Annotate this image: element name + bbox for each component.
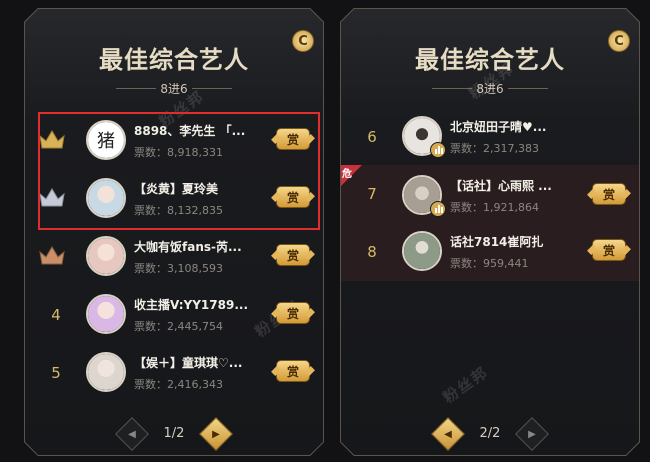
divider [508, 88, 548, 89]
danger-label: 危 [342, 169, 352, 180]
vote-count: 票数：2,445,754 [134, 320, 223, 333]
list-item[interactable]: 6 北京妞田子晴♥... 票数：2,317,383 [340, 110, 640, 166]
watermark: 粉丝邦 [439, 362, 492, 407]
vote-count: 票数：1,921,864 [450, 201, 539, 214]
reward-button[interactable]: 赏 [276, 128, 310, 150]
rank-number: 5 [51, 364, 61, 382]
artist-name: 收主播V:YY1789... [134, 298, 249, 312]
pagination: ◀ 1/2 ▶ [24, 420, 324, 448]
list-item[interactable]: 大咖有饭fans-芮... 票数：3,108,593 赏 [24, 230, 324, 286]
list-item[interactable]: 【炎黄】夏玲美 票数：8,132,835 赏 [24, 172, 324, 228]
avatar [86, 236, 126, 276]
reward-button[interactable]: 赏 [592, 183, 626, 205]
pagination: ◀ 2/2 ▶ [340, 420, 640, 448]
avatar: 猪 [86, 120, 126, 160]
rank-number: 4 [51, 306, 61, 324]
avatar [86, 178, 126, 218]
artist-name: 8898、李先生 「... [134, 124, 246, 138]
next-page-button[interactable]: ▶ [199, 417, 233, 451]
c-badge-icon[interactable]: C [292, 30, 314, 52]
list-item[interactable]: 5 【娱＋】童琪琪♡... 票数：2,416,343 赏 [24, 346, 324, 402]
reward-button[interactable]: 赏 [276, 302, 310, 324]
next-page-button[interactable]: ▶ [515, 417, 549, 451]
live-bars-icon [430, 201, 446, 217]
rank-number: 8 [367, 243, 377, 261]
reward-button[interactable]: 赏 [592, 239, 626, 261]
bronze-crown-icon [38, 244, 66, 266]
artist-name: 【炎黄】夏玲美 [134, 182, 219, 196]
panel-subtitle: 8进6 [160, 82, 188, 96]
rank-number: 6 [367, 128, 377, 146]
artist-name: 话社7814崔阿扎 [450, 235, 544, 249]
list-item[interactable]: 4 收主播V:YY1789... 票数：2,445,754 赏 [24, 288, 324, 344]
list-item[interactable]: 8 话社7814崔阿扎 票数：959,441 赏 [340, 225, 640, 281]
vote-count: 票数：2,416,343 [134, 378, 223, 391]
chevron-right-icon: ▶ [528, 428, 536, 440]
vote-count: 票数：8,918,331 [134, 146, 223, 159]
ranking-panel-right: 最佳综合艺人 8进6 C 粉丝邦 粉丝邦 6 北京妞田子晴♥... 票数：2,3… [340, 8, 640, 456]
reward-button[interactable]: 赏 [276, 186, 310, 208]
rank-number: 7 [367, 185, 377, 203]
artist-name: 大咖有饭fans-芮... [134, 240, 242, 254]
ranking-panel-left: 最佳综合艺人 8进6 C 粉丝邦 粉丝邦 猪 8898、李先生 「... 票数：… [24, 8, 324, 456]
list-item[interactable]: 危 7 【话社】心雨熙 ... 票数：1,921,864 赏 [340, 165, 640, 225]
artist-name: 北京妞田子晴♥... [450, 120, 547, 134]
vote-count: 票数：2,317,383 [450, 142, 539, 155]
avatar [86, 294, 126, 334]
gold-crown-icon [38, 128, 66, 150]
chevron-right-icon: ▶ [212, 428, 220, 440]
vote-count: 票数：8,132,835 [134, 204, 223, 217]
vote-count: 票数：959,441 [450, 257, 529, 270]
live-bars-icon [430, 142, 446, 158]
artist-name: 【话社】心雨熙 ... [450, 179, 552, 193]
reward-button[interactable]: 赏 [276, 360, 310, 382]
page-indicator: 1/2 [163, 426, 185, 441]
avatar [86, 352, 126, 392]
page-indicator: 2/2 [479, 426, 501, 441]
avatar [402, 231, 442, 271]
silver-crown-icon [38, 186, 66, 208]
artist-name: 【娱＋】童琪琪♡... [134, 356, 243, 370]
panel-title: 最佳综合艺人 [99, 46, 249, 74]
list-item[interactable]: 猪 8898、李先生 「... 票数：8,918,331 赏 [24, 114, 324, 170]
panel-subtitle: 8进6 [476, 82, 504, 96]
reward-button[interactable]: 赏 [276, 244, 310, 266]
c-badge-icon[interactable]: C [608, 30, 630, 52]
vote-count: 票数：3,108,593 [134, 262, 223, 275]
panel-title: 最佳综合艺人 [415, 46, 565, 74]
divider [192, 88, 232, 89]
